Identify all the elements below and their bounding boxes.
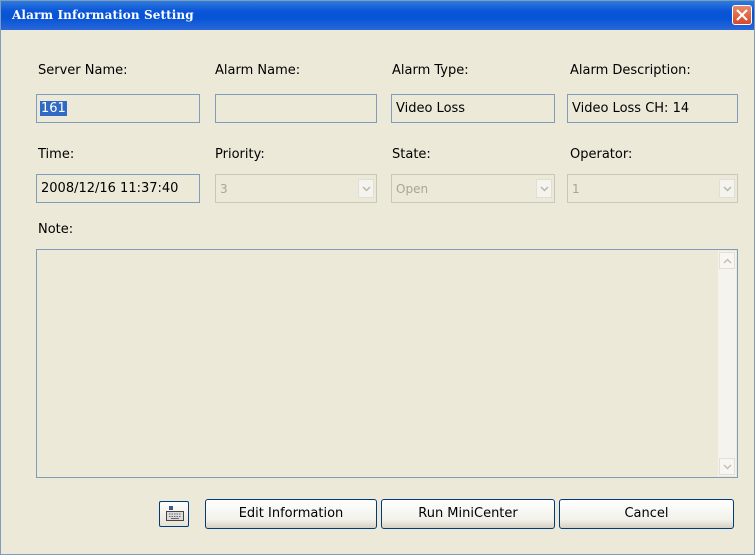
- note-scrollbar[interactable]: [718, 251, 736, 476]
- server-name-label: Server Name:: [38, 63, 128, 78]
- close-icon: [736, 9, 748, 21]
- edit-information-button[interactable]: Edit Information: [205, 499, 377, 529]
- alarm-type-label: Alarm Type:: [392, 63, 469, 78]
- time-label: Time:: [38, 147, 75, 162]
- title-bar[interactable]: Alarm Information Setting: [1, 1, 754, 30]
- scroll-up-button[interactable]: [719, 252, 735, 269]
- chevron-down-icon: [723, 186, 732, 192]
- alarm-type-value: Video Loss: [396, 101, 466, 116]
- note-textarea[interactable]: [36, 249, 738, 478]
- alarm-type-field[interactable]: Video Loss: [391, 94, 555, 123]
- priority-value: 3: [220, 182, 228, 196]
- server-name-field[interactable]: 161: [36, 94, 200, 123]
- note-label: Note:: [38, 222, 74, 237]
- state-label: State:: [392, 147, 431, 162]
- alarm-description-value: Video Loss CH: 14: [572, 101, 690, 116]
- alarm-description-field[interactable]: Video Loss CH: 14: [567, 94, 738, 123]
- alarm-name-label: Alarm Name:: [215, 63, 301, 78]
- chevron-down-icon: [540, 186, 549, 192]
- chevron-down-icon: [362, 186, 371, 192]
- chevron-up-icon: [723, 258, 732, 264]
- state-value: Open: [396, 182, 429, 196]
- keyboard-icon: [166, 506, 184, 521]
- priority-label: Priority:: [215, 147, 265, 162]
- run-minicenter-button[interactable]: Run MiniCenter: [381, 499, 555, 529]
- alarm-name-field[interactable]: [215, 94, 377, 123]
- operator-dropdown-button[interactable]: [719, 179, 735, 198]
- close-button[interactable]: [732, 5, 752, 25]
- priority-dropdown-button[interactable]: [358, 179, 374, 198]
- priority-select[interactable]: 3: [215, 174, 377, 203]
- cancel-button[interactable]: Cancel: [559, 499, 734, 529]
- operator-value: 1: [572, 182, 580, 196]
- time-value: 2008/12/16 11:37:40: [41, 181, 179, 196]
- keyboard-button[interactable]: [159, 501, 189, 527]
- chevron-down-icon: [723, 464, 732, 470]
- operator-label: Operator:: [570, 147, 633, 162]
- state-select[interactable]: Open: [391, 174, 555, 203]
- server-name-value: 161: [40, 101, 67, 116]
- time-field[interactable]: 2008/12/16 11:37:40: [36, 174, 200, 203]
- scroll-down-button[interactable]: [719, 458, 735, 475]
- operator-select[interactable]: 1: [567, 174, 738, 203]
- alarm-description-label: Alarm Description:: [570, 63, 691, 78]
- state-dropdown-button[interactable]: [536, 179, 552, 198]
- window-title: Alarm Information Setting: [12, 8, 194, 22]
- alarm-info-dialog: Alarm Information Setting Server Name: A…: [0, 0, 755, 555]
